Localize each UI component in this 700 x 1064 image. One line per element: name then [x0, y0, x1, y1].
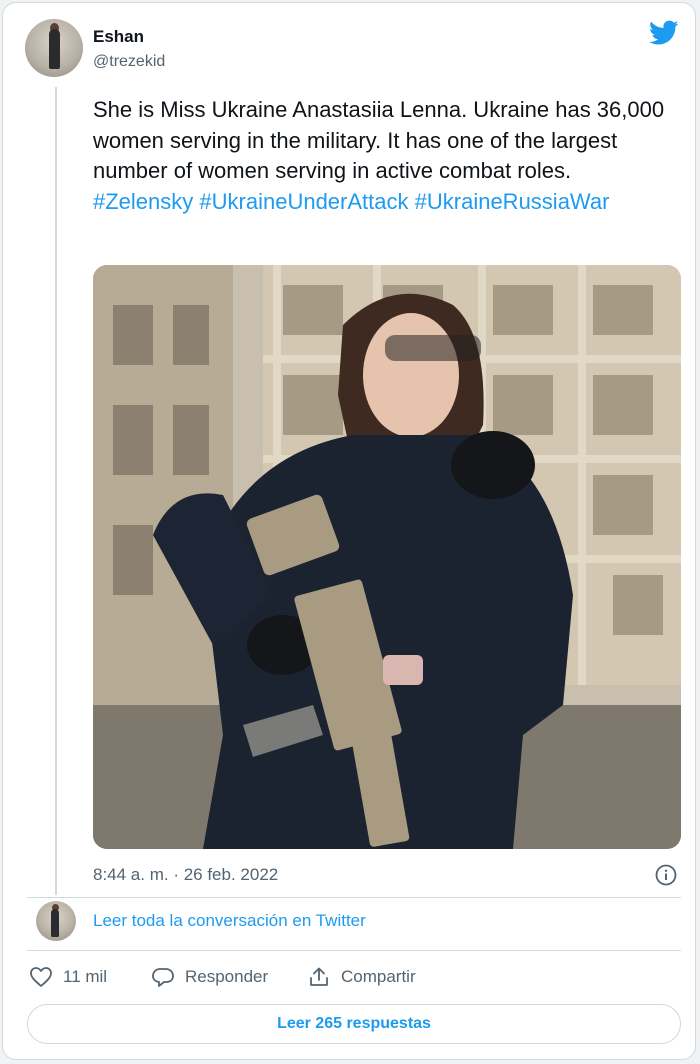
tweet-card: Eshan @trezekid She is Miss Ukraine Anas… [2, 2, 696, 1060]
hashtag-ukraine-russia-war[interactable]: #UkraineRussiaWar [415, 189, 610, 214]
tweet-body: She is Miss Ukraine Anastasiia Lenna. Uk… [93, 97, 665, 183]
author-avatar[interactable] [25, 19, 83, 77]
share-action[interactable]: Compartir [307, 966, 416, 988]
reply-action[interactable]: Responder [151, 966, 268, 988]
like-count: 11 mil [63, 967, 108, 986]
conversation-avatar[interactable] [36, 901, 76, 941]
twitter-bird-icon[interactable] [649, 20, 679, 46]
tweet-text: She is Miss Ukraine Anastasiia Lenna. Uk… [93, 95, 673, 217]
tweet-photo[interactable] [93, 265, 681, 849]
photo-illustration [93, 265, 681, 849]
share-icon [310, 967, 328, 986]
hashtag-ukraine-under-attack[interactable]: #UkraineUnderAttack [199, 189, 408, 214]
speech-bubble-icon [152, 968, 174, 987]
divider-bottom [27, 950, 681, 951]
info-icon[interactable] [655, 864, 677, 886]
divider-top [27, 897, 681, 898]
heart-icon [30, 967, 52, 987]
thread-line [55, 87, 57, 895]
read-replies-button[interactable]: Leer 265 respuestas [27, 1004, 681, 1044]
author-handle[interactable]: @trezekid [93, 53, 165, 71]
read-conversation-link[interactable]: Leer toda la conversación en Twitter [93, 911, 366, 931]
hashtag-zelensky[interactable]: #Zelensky [93, 189, 193, 214]
tweet-timestamp[interactable]: 8:44 a. m. · 26 feb. 2022 [93, 865, 278, 885]
like-action[interactable]: 11 mil [29, 966, 107, 988]
reply-label: Responder [185, 967, 269, 986]
share-label: Compartir [341, 967, 416, 986]
author-name[interactable]: Eshan [93, 27, 144, 47]
